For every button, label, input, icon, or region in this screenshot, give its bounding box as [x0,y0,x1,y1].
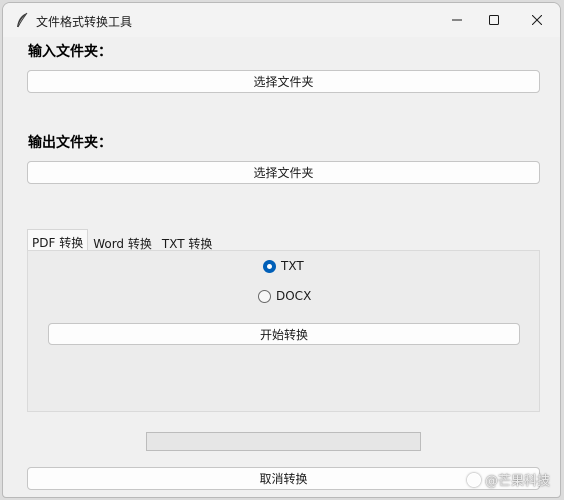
start-conversion-button[interactable]: 开始转换 [48,323,520,345]
input-folder-label: 输入文件夹： [28,44,112,60]
maximize-button[interactable] [471,3,517,37]
watermark: @芒果科技 [466,470,550,489]
close-button[interactable] [514,3,560,37]
tab-txt[interactable]: TXT 转换 [157,231,218,252]
radio-unselected-icon[interactable] [258,289,271,303]
radio-option-txt[interactable]: TXT [263,259,304,273]
feather-icon [15,12,29,28]
maximize-icon [489,15,499,25]
radio-label: DOCX [276,289,312,303]
tab-pdf[interactable]: PDF 转换 [27,229,89,252]
output-folder-label: 输出文件夹： [28,135,112,151]
pdf-tab-panel: TXT DOCX 开始转换 [27,250,540,412]
radio-option-docx[interactable]: DOCX [258,289,311,303]
minimize-icon [452,19,462,21]
select-input-folder-button[interactable]: 选择文件夹 [27,70,540,93]
radio-selected-icon[interactable] [263,259,276,273]
watermark-logo-icon [466,472,481,487]
radio-label: TXT [281,259,304,273]
conversion-tabs: PDF 转换 Word 转换 TXT 转换 [27,229,218,252]
window-title: 文件格式转换工具 [36,15,133,29]
watermark-text: @芒果科技 [484,474,550,489]
app-window: 文件格式转换工具 输入文件夹： 选择文件夹 输出文件夹： 选择文件夹 PDF 转… [2,2,561,498]
select-output-folder-button[interactable]: 选择文件夹 [27,161,540,184]
cancel-conversion-button[interactable]: 取消转换 [27,467,540,490]
progress-bar [146,432,421,451]
title-bar[interactable]: 文件格式转换工具 [3,3,560,37]
tab-word[interactable]: Word 转换 [88,231,157,252]
close-icon [532,15,542,25]
